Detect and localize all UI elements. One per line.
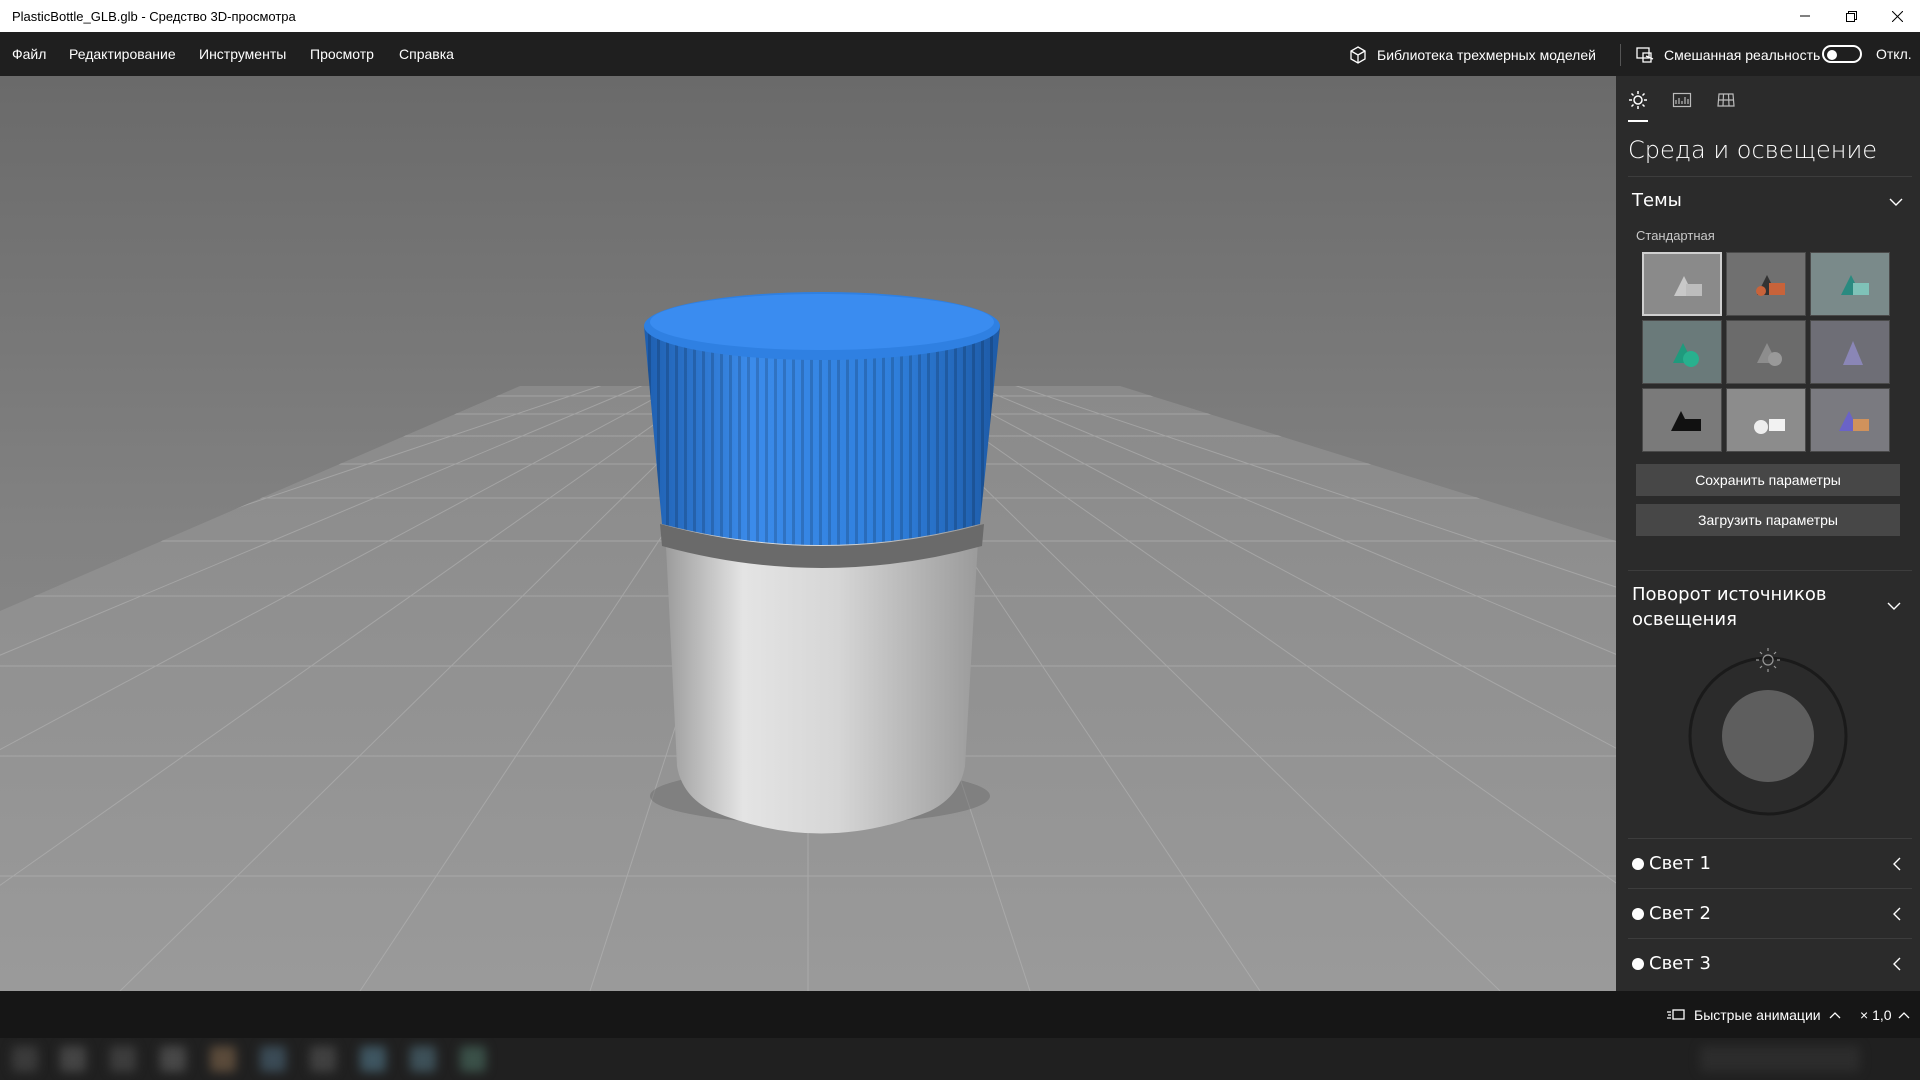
theme-thumb-2[interactable] [1726,252,1806,316]
chevron-left-icon [1893,907,1901,921]
theme-thumb-1[interactable] [1642,252,1722,316]
sun-icon [1756,648,1780,672]
restore-button[interactable] [1828,0,1874,32]
light-rotation-title-line1: Поворот источников [1632,584,1827,605]
scene [0,76,1616,991]
taskbar-icon[interactable] [160,1046,186,1072]
title-bar: PlasticBottle_GLB.glb - Средство 3D-прос… [0,0,1920,32]
theme-thumb-6[interactable] [1810,320,1890,384]
grid-icon [1717,93,1735,107]
minimize-button[interactable] [1782,0,1828,32]
taskbar-icon[interactable] [460,1046,486,1072]
taskbar-icon[interactable] [110,1046,136,1072]
animations-button[interactable]: Быстрые анимации [1666,1007,1841,1023]
chevron-left-icon [1893,857,1901,871]
chevron-up-icon [1898,1012,1909,1019]
tab-grid[interactable] [1714,88,1738,112]
mixed-reality-toggle[interactable] [1822,45,1862,63]
active-tab-indicator [1628,120,1648,122]
chevron-up-icon [1829,1012,1841,1019]
3d-viewport[interactable] [0,76,1616,991]
window-title: PlasticBottle_GLB.glb - Средство 3D-прос… [12,9,296,24]
mixed-reality-icon [1636,47,1654,63]
tab-environment[interactable] [1626,88,1650,112]
light-2-label: Свет 2 [1649,903,1711,924]
theme-thumb-9[interactable] [1810,388,1890,452]
mixed-reality-label: Смешанная реальность [1664,47,1821,63]
theme-thumb-4[interactable] [1642,320,1722,384]
light-3-row[interactable]: Свет 3 [1628,939,1912,989]
menu-help[interactable]: Справка [399,46,454,62]
mixed-reality-button[interactable]: Смешанная реальность [1635,44,1820,66]
divider [1628,176,1912,177]
tab-stats[interactable] [1670,88,1694,112]
cube-icon [1350,46,1366,64]
taskbar-icon[interactable] [12,1046,38,1072]
environment-panel: Среда и освещение Темы Стандартная Сохра… [1616,76,1920,991]
menu-bar: Файл Редактирование Инструменты Просмотр… [0,32,1920,76]
library-label: Библиотека трехмерных моделей [1377,47,1596,63]
animations-label: Быстрые анимации [1694,1007,1821,1023]
light-3-dot [1632,958,1644,970]
menu-tools[interactable]: Инструменты [199,46,286,62]
divider [1628,570,1912,571]
status-bar: Быстрые анимации × 1,0 [0,991,1920,1038]
taskbar [0,1038,1920,1080]
taskbar-icon[interactable] [360,1046,386,1072]
load-settings-button[interactable]: Загрузить параметры [1636,504,1900,536]
taskbar-icon[interactable] [60,1046,86,1072]
menu-edit[interactable]: Редактирование [69,46,176,62]
mixed-reality-state: Откл. [1876,46,1912,62]
theme-thumb-8[interactable] [1726,388,1806,452]
light-rotation-header[interactable]: Поворот источников освещения [1632,582,1827,632]
speed-label: × 1,0 [1860,1007,1892,1023]
taskbar-icon[interactable] [260,1046,286,1072]
taskbar-icon[interactable] [210,1046,236,1072]
theme-thumb-5[interactable] [1726,320,1806,384]
taskbar-icon[interactable] [410,1046,436,1072]
chevron-left-icon [1893,957,1901,971]
light-1-dot [1632,858,1644,870]
sun-icon [1629,91,1647,109]
light-rotation-dial[interactable] [1686,644,1850,816]
chevron-down-icon[interactable] [1886,598,1902,614]
themes-header[interactable]: Темы [1632,190,1682,211]
stats-icon [1672,92,1692,108]
light-rotation-title-line2: освещения [1632,609,1737,630]
light-1-label: Свет 1 [1649,853,1711,874]
menu-separator [1620,44,1621,66]
light-2-row[interactable]: Свет 2 [1628,889,1912,939]
animation-icon [1667,1009,1685,1020]
system-tray[interactable] [1700,1046,1860,1072]
menu-file[interactable]: Файл [12,46,46,62]
panel-title: Среда и освещение [1628,136,1878,164]
theme-thumb-7[interactable] [1642,388,1722,452]
theme-thumb-3[interactable] [1810,252,1890,316]
speed-button[interactable]: × 1,0 [1860,1007,1910,1023]
menu-view[interactable]: Просмотр [310,46,374,62]
chevron-down-icon[interactable] [1888,194,1904,210]
taskbar-icon[interactable] [310,1046,336,1072]
light-3-label: Свет 3 [1649,953,1711,974]
light-2-dot [1632,908,1644,920]
themes-group-label: Стандартная [1636,228,1715,243]
light-1-row[interactable]: Свет 1 [1628,839,1912,889]
close-button[interactable] [1874,0,1920,32]
library-button[interactable]: Библиотека трехмерных моделей [1348,44,1596,66]
save-settings-button[interactable]: Сохранить параметры [1636,464,1900,496]
